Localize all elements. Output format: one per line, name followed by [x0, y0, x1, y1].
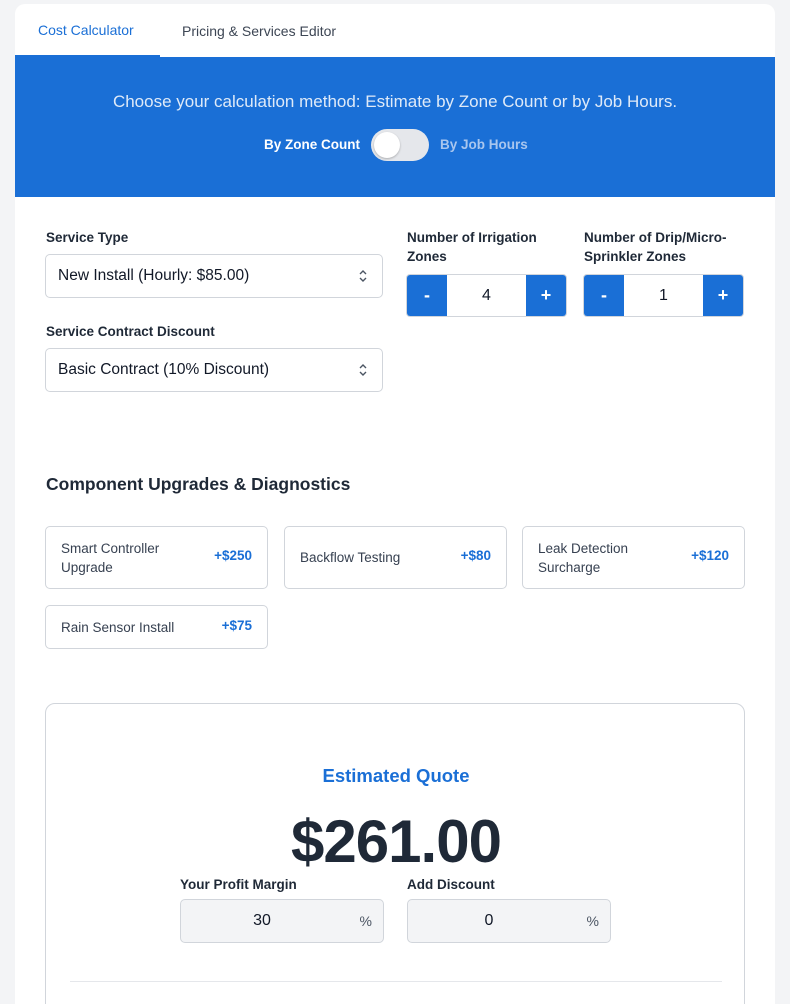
drip-zones-stepper: - 1 +	[583, 274, 744, 317]
irrigation-zones-minus-button[interactable]: -	[407, 275, 447, 316]
irrigation-zones-stepper: - 4 +	[406, 274, 567, 317]
upgrades-section-title: Component Upgrades & Diagnostics	[46, 474, 351, 494]
irrigation-zones-label-line1: Number of Irrigation	[407, 230, 537, 245]
service-type-value: New Install (Hourly: $85.00)	[58, 267, 250, 284]
profit-margin-label: Your Profit Margin	[180, 877, 297, 892]
method-banner: Choose your calculation method: Estimate…	[15, 57, 775, 197]
contract-discount-select[interactable]: Basic Contract (10% Discount)	[45, 348, 383, 392]
service-type-select[interactable]: New Install (Hourly: $85.00)	[45, 254, 383, 298]
upgrade-price: +$120	[691, 548, 729, 563]
method-toggle-row: By Zone Count By Job Hours	[15, 129, 775, 161]
irrigation-zones-plus-button[interactable]: +	[526, 275, 566, 316]
percent-sign: %	[586, 913, 599, 929]
upgrade-name: Rain Sensor Install	[61, 620, 175, 635]
tab-pricing-services-editor[interactable]: Pricing & Services Editor	[160, 4, 359, 57]
upgrade-price: +$80	[460, 548, 491, 563]
service-type-label: Service Type	[46, 230, 129, 245]
upgrade-name: Backflow Testing	[300, 550, 401, 565]
upgrade-backflow-testing[interactable]: Backflow Testing +$80	[284, 526, 507, 589]
irrigation-zones-label-line2: Zones	[407, 249, 447, 264]
irrigation-zones-label: Number of Irrigation Zones	[407, 228, 537, 266]
contract-discount-value: Basic Contract (10% Discount)	[58, 361, 270, 378]
calculator-card: Cost Calculator Pricing & Services Edito…	[15, 4, 775, 1004]
tab-bar: Cost Calculator Pricing & Services Edito…	[15, 4, 775, 57]
drip-zones-minus-button[interactable]: -	[584, 275, 624, 316]
profit-margin-input[interactable]: 30 %	[180, 899, 384, 943]
upgrade-name-line2: Surcharge	[538, 560, 601, 575]
add-discount-label: Add Discount	[407, 877, 495, 892]
upgrade-leak-detection[interactable]: Leak Detection Surcharge +$120	[522, 526, 745, 589]
select-arrows-icon	[359, 270, 367, 282]
drip-zones-value[interactable]: 1	[624, 275, 703, 316]
upgrade-name-line1: Leak Detection	[538, 541, 629, 556]
upgrade-smart-controller[interactable]: Smart Controller Upgrade +$250	[45, 526, 268, 589]
method-toggle-switch[interactable]	[371, 129, 429, 161]
quote-divider	[70, 981, 722, 982]
select-arrows-icon	[359, 364, 367, 376]
contract-discount-label: Service Contract Discount	[46, 324, 215, 339]
toggle-knob	[374, 132, 400, 158]
toggle-label-zone-count[interactable]: By Zone Count	[264, 137, 360, 152]
drip-zones-label-line1: Number of Drip/Micro-	[584, 230, 727, 245]
drip-zones-plus-button[interactable]: +	[703, 275, 743, 316]
banner-instructions: Choose your calculation method: Estimate…	[112, 92, 678, 111]
profit-margin-value: 30	[253, 912, 271, 929]
tab-cost-calculator[interactable]: Cost Calculator	[15, 4, 160, 57]
upgrade-name-line1: Smart Controller	[61, 541, 160, 556]
upgrade-price: +$250	[214, 548, 252, 563]
toggle-label-job-hours[interactable]: By Job Hours	[440, 137, 528, 152]
upgrade-price: +$75	[221, 618, 252, 633]
percent-sign: %	[359, 913, 372, 929]
quote-amount: $261.00	[291, 808, 502, 875]
upgrade-rain-sensor[interactable]: Rain Sensor Install +$75	[45, 605, 268, 649]
upgrade-name-line2: Upgrade	[61, 560, 113, 575]
drip-zones-label: Number of Drip/Micro- Sprinkler Zones	[584, 228, 727, 266]
add-discount-input[interactable]: 0 %	[407, 899, 611, 943]
upgrade-name: Smart Controller Upgrade	[61, 539, 159, 577]
irrigation-zones-value[interactable]: 4	[447, 275, 526, 316]
drip-zones-label-line2: Sprinkler Zones	[584, 249, 687, 264]
add-discount-value: 0	[484, 912, 494, 929]
estimated-quote-panel: Estimated Quote $261.00 Your Profit Marg…	[45, 703, 745, 1004]
upgrade-name: Leak Detection Surcharge	[538, 539, 628, 577]
quote-title: Estimated Quote	[322, 765, 470, 786]
